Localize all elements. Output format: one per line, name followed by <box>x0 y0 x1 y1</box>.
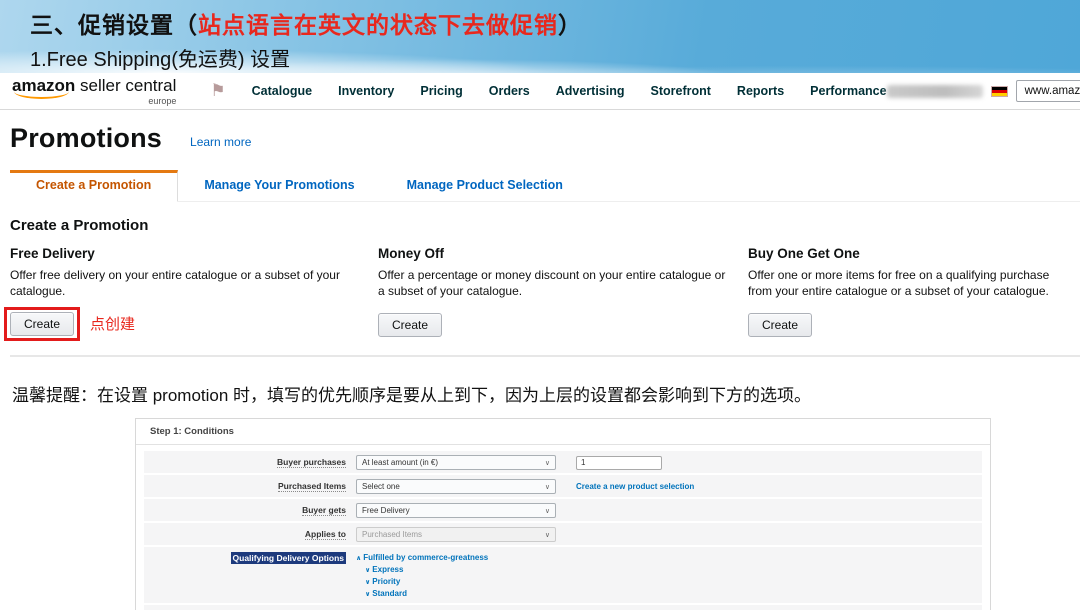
qualifying-delivery-options-label: Qualifying Delivery Options <box>230 552 346 564</box>
section-title: Create a Promotion <box>10 217 149 234</box>
card-description: Offer one or more items for free on a qu… <box>748 268 1050 299</box>
tutorial-title-highlight: 站点语言在英文的状态下去做促销 <box>198 12 558 39</box>
nav-item-orders[interactable]: Orders <box>489 84 530 98</box>
standard-toggle[interactable]: ∨ Standard <box>365 589 488 598</box>
chevron-down-icon: ∨ <box>365 567 371 574</box>
amount-input[interactable] <box>576 455 662 470</box>
nav-item-reports[interactable]: Reports <box>737 84 784 98</box>
promotions-page: Promotions Learn more Create a Promotion… <box>0 110 1080 406</box>
annotation-text: 点创建 <box>90 316 136 334</box>
buyer-gets-select-value: Free Delivery <box>362 506 410 515</box>
card-description: Offer free delivery on your entire catal… <box>10 268 340 299</box>
card-buy-one-get-one: Buy One Get One Offer one or more items … <box>748 246 1078 341</box>
create-product-selection-link[interactable]: Create a new product selection <box>576 482 694 491</box>
priority-toggle[interactable]: ∨ Priority <box>365 577 488 586</box>
create-free-delivery-button[interactable]: Create <box>10 312 75 336</box>
amazon-logo-text: amazon <box>12 75 76 95</box>
conditions-form-screenshot: Step 1: Conditions Buyer purchases At le… <box>135 418 991 610</box>
card-title: Money Off <box>378 246 444 261</box>
tutorial-subtitle: 1.Free Shipping(免运费) 设置 <box>30 49 291 71</box>
step1-conditions-header: Step 1: Conditions <box>136 419 990 445</box>
fulfilled-by-label: Fulfilled by commerce-greatness <box>363 553 489 562</box>
nav-item-storefront[interactable]: Storefront <box>651 84 711 98</box>
row-applies-to: Applies to Purchased Items ∨ <box>144 523 982 545</box>
tab-create-a-promotion[interactable]: Create a Promotion <box>10 170 179 202</box>
tab-manage-your-promotions[interactable]: Manage Your Promotions <box>178 170 380 201</box>
tutorial-title-prefix: 三、促销设置（ <box>30 12 198 39</box>
express-label: Express <box>372 565 404 574</box>
create-money-off-button[interactable]: Create <box>378 313 443 337</box>
tab-manage-product-selection[interactable]: Manage Product Selection <box>381 170 589 201</box>
seller-central-text: seller central <box>75 75 177 95</box>
tutorial-title-suffix: ） <box>558 12 582 39</box>
card-free-delivery: Free Delivery Offer free delivery on you… <box>4 246 378 341</box>
chevron-down-icon: ∨ <box>365 579 371 586</box>
purchased-items-select-value: Select one <box>362 482 400 491</box>
applies-to-select: Purchased Items ∨ <box>356 527 556 542</box>
promotion-type-cards: Free Delivery Offer free delivery on you… <box>4 246 1080 341</box>
buyer-gets-label: Buyer gets <box>302 505 346 516</box>
germany-flag-icon <box>990 85 1008 97</box>
chevron-down-icon: ∨ <box>544 459 550 467</box>
tutorial-banner: 三、促销设置（站点语言在英文的状态下去做促销） 1.Free Shipping(… <box>0 0 1080 73</box>
applies-to-label: Applies to <box>304 529 346 540</box>
logo-region-label: europe <box>148 95 177 106</box>
row-buyer-gets: Buyer gets Free Delivery ∨ <box>144 499 982 521</box>
buyer-purchases-select-value: At least amount (in €) <box>362 458 439 467</box>
buyer-gets-select[interactable]: Free Delivery ∨ <box>356 503 556 518</box>
nav-item-advertising[interactable]: Advertising <box>556 84 625 98</box>
promotions-tabs: Create a Promotion Manage Your Promotion… <box>10 170 1080 202</box>
buyer-purchases-select[interactable]: At least amount (in €) ∨ <box>356 455 556 470</box>
row-purchased-items: Purchased Items Select one ∨ Create a ne… <box>144 475 982 497</box>
row-qualifying-delivery-options: Qualifying Delivery Options ∧ Fulfilled b… <box>144 547 982 603</box>
amazon-seller-central-logo[interactable]: amazon seller central europe <box>12 77 176 106</box>
row-advanced-options: ∧Advanced Options <box>144 605 982 610</box>
buyer-purchases-label: Buyer purchases <box>277 457 346 468</box>
purchased-items-select[interactable]: Select one ∨ <box>356 479 556 494</box>
card-money-off: Money Off Offer a percentage or money di… <box>378 246 748 341</box>
card-title: Buy One Get One <box>748 246 860 261</box>
standard-label: Standard <box>372 589 407 598</box>
applies-to-select-value: Purchased Items <box>362 530 423 539</box>
purchased-items-label: Purchased Items <box>277 481 346 492</box>
flag-icon[interactable]: ⚑ <box>210 81 225 101</box>
card-title: Free Delivery <box>10 246 95 261</box>
learn-more-link[interactable]: Learn more <box>190 135 251 149</box>
create-bogo-button[interactable]: Create <box>748 313 813 337</box>
card-description: Offer a percentage or money discount on … <box>378 268 726 299</box>
marketplace-selector[interactable]: www.amazon.de <box>1015 80 1080 102</box>
nav-item-inventory[interactable]: Inventory <box>338 84 394 98</box>
annotation-highlight-box: Create <box>4 307 81 341</box>
nav-item-performance[interactable]: Performance <box>810 84 886 98</box>
main-nav: Catalogue Inventory Pricing Orders Adver… <box>252 84 887 98</box>
page-title: Promotions <box>10 123 163 153</box>
chevron-down-icon: ∨ <box>365 591 371 598</box>
chevron-up-icon: ∧ <box>356 555 362 562</box>
chevron-down-icon: ∨ <box>544 507 550 515</box>
express-toggle[interactable]: ∨ Express <box>365 565 488 574</box>
row-buyer-purchases: Buyer purchases At least amount (in €) ∨ <box>144 451 982 473</box>
marketplace-value: www.amazon.de <box>1024 85 1080 97</box>
account-name-redacted[interactable] <box>886 84 983 98</box>
nav-item-pricing[interactable]: Pricing <box>420 84 462 98</box>
tutorial-title: 三、促销设置（站点语言在英文的状态下去做促销） <box>30 6 1080 40</box>
priority-label: Priority <box>372 577 401 586</box>
chevron-down-icon: ∨ <box>544 531 550 539</box>
fulfilled-by-toggle[interactable]: ∧ Fulfilled by commerce-greatness <box>356 553 488 562</box>
reminder-note: 温馨提醒：在设置 promotion 时，填写的优先顺序是要从上到下，因为上层的… <box>12 386 812 405</box>
nav-item-catalogue[interactable]: Catalogue <box>252 84 312 98</box>
seller-central-header: amazon seller central europe ⚑ Catalogue… <box>0 73 1080 110</box>
chevron-down-icon: ∨ <box>544 483 550 491</box>
